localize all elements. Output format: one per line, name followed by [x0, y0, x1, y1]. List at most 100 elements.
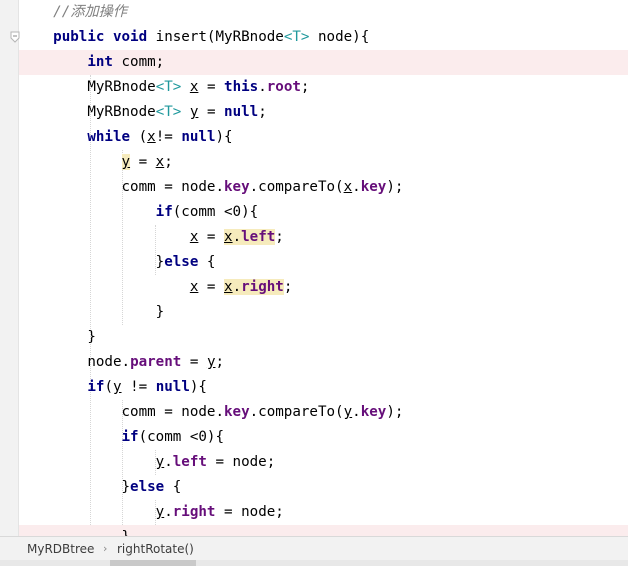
- field: key: [224, 404, 250, 420]
- code-line: y = x;: [19, 150, 628, 175]
- operator: =: [198, 279, 225, 295]
- variable: x: [147, 129, 156, 145]
- variable: x: [155, 154, 165, 170]
- keyword: this: [224, 79, 259, 95]
- editor-gutter: [0, 0, 18, 536]
- code-line: y.right = node;: [19, 500, 628, 525]
- operator: =: [198, 79, 225, 95]
- keyword: else: [130, 479, 165, 495]
- operator: ;: [275, 229, 284, 245]
- code-line: MyRBnode<T> x = this.root;: [19, 75, 628, 100]
- code-line: }else {: [19, 250, 628, 275]
- generic-param: <T>: [283, 29, 310, 45]
- operator: ;: [258, 104, 267, 120]
- operator: .: [164, 504, 173, 520]
- code-line: if(comm <0){: [19, 200, 628, 225]
- code-line: y.left = node;: [19, 450, 628, 475]
- keyword: if: [87, 379, 105, 395]
- code-line: MyRBnode<T> y = null;: [19, 100, 628, 125]
- code-text: comm;: [112, 54, 165, 70]
- current-line: int comm;: [19, 50, 628, 75]
- operator: }: [155, 304, 165, 320]
- code-line: if(comm <0){: [19, 425, 628, 450]
- code-line: x = x.left;: [19, 225, 628, 250]
- variable: y: [155, 504, 165, 520]
- operator: .: [232, 279, 242, 295]
- type-name: MyRBnode: [87, 79, 156, 95]
- operator: ;: [283, 279, 293, 295]
- code-line: //添加操作: [19, 0, 628, 25]
- breadcrumb-class[interactable]: MyRDBtree: [27, 537, 94, 561]
- operator: .: [232, 229, 242, 245]
- generic-param: <T>: [155, 79, 182, 95]
- field: root: [266, 79, 301, 95]
- code-line: if(y != null){: [19, 375, 628, 400]
- keyword: null: [155, 379, 190, 395]
- operator: .: [258, 79, 267, 95]
- code-line: node.parent = y;: [19, 350, 628, 375]
- code-line: while (x!= null){: [19, 125, 628, 150]
- keyword: while: [87, 129, 131, 145]
- operator: .: [352, 179, 361, 195]
- operator: );: [386, 179, 404, 195]
- field: parent: [130, 354, 182, 370]
- keyword: public: [53, 29, 105, 45]
- param-rest: node){: [309, 29, 370, 45]
- operator: }: [87, 329, 96, 345]
- keyword: int: [87, 54, 113, 70]
- code-text: comm = node.: [121, 404, 225, 420]
- operator: =: [130, 154, 156, 170]
- code-text: node.: [87, 354, 131, 370]
- operator: }: [122, 529, 131, 536]
- operator: !=: [155, 129, 182, 145]
- field: key: [360, 179, 387, 195]
- operator: }: [155, 254, 165, 270]
- operator: ;: [300, 79, 310, 95]
- code-text: = node;: [206, 454, 276, 470]
- field: key: [224, 179, 250, 195]
- field: key: [360, 404, 387, 420]
- method-signature: insert(: [147, 29, 216, 45]
- code-text: comm = node.: [121, 179, 225, 195]
- comment: //添加操作: [53, 4, 128, 20]
- operator: !=: [121, 379, 156, 395]
- variable: y: [155, 454, 165, 470]
- operator: =: [198, 104, 225, 120]
- variable: y: [121, 154, 131, 170]
- code-line: }: [19, 325, 628, 350]
- code-text: = node;: [215, 504, 284, 520]
- operator: .: [352, 404, 361, 420]
- code-line: }else {: [19, 475, 628, 500]
- code-line: x = x.right;: [19, 275, 628, 300]
- operator: }: [121, 479, 131, 495]
- operator: ;: [164, 154, 173, 170]
- field: left: [241, 229, 276, 245]
- operator: ){: [189, 379, 207, 395]
- code-editor[interactable]: //添加操作 public void insert(MyRBnode<T> no…: [19, 0, 628, 536]
- code-line: comm = node.key.compareTo(x.key);: [19, 175, 628, 200]
- operator: {: [198, 254, 216, 270]
- operator: =: [181, 354, 207, 370]
- breadcrumb-separator-icon: ›: [103, 542, 108, 555]
- operator: {: [164, 479, 182, 495]
- code-line: public void insert(MyRBnode<T> node){: [19, 25, 628, 50]
- variable: y: [112, 379, 122, 395]
- code-text: (comm <0){: [172, 204, 259, 220]
- operator: (: [104, 379, 113, 395]
- code-line: }: [19, 525, 628, 536]
- field: right: [241, 279, 284, 295]
- field: left: [172, 454, 207, 470]
- variable: x: [224, 279, 233, 295]
- breadcrumb-method[interactable]: rightRotate(): [117, 537, 194, 561]
- scrollbar-thumb[interactable]: [110, 560, 196, 566]
- generic-param: <T>: [155, 104, 182, 120]
- horizontal-scrollbar[interactable]: [0, 560, 628, 566]
- keyword: if: [121, 429, 139, 445]
- field: right: [172, 504, 216, 520]
- variable: x: [343, 179, 353, 195]
- keyword: else: [164, 254, 199, 270]
- type-name: MyRBnode: [87, 104, 156, 120]
- keyword: null: [181, 129, 216, 145]
- operator: (: [130, 129, 148, 145]
- breadcrumb-bar: MyRDBtree › rightRotate(): [0, 536, 628, 561]
